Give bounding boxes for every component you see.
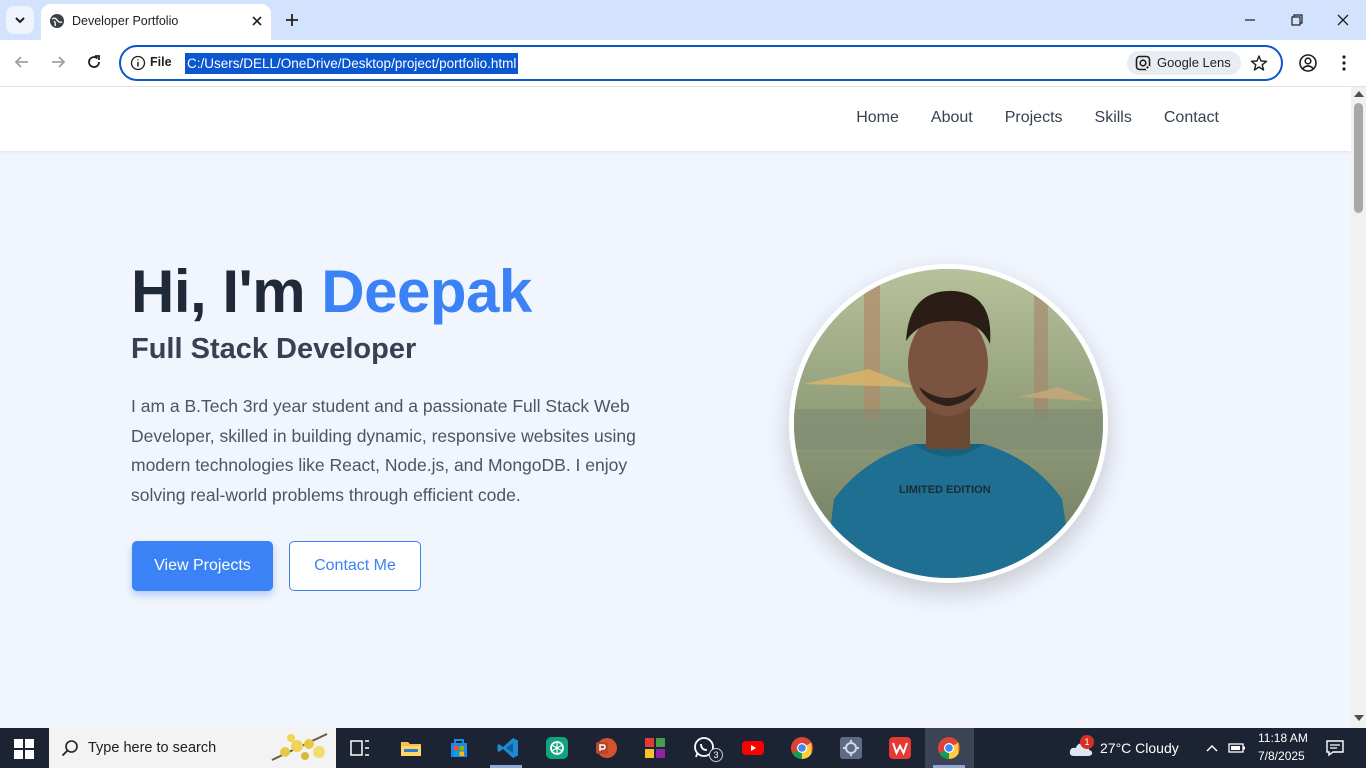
hero-description: I am a B.Tech 3rd year student and a pas… [131, 396, 636, 505]
browser-toolbar: File C:/Users/DELL/OneDrive/Desktop/proj… [0, 40, 1366, 87]
notification-center-icon[interactable] [1325, 739, 1345, 757]
google-lens-button[interactable]: Google Lens [1127, 51, 1241, 75]
info-icon[interactable] [130, 55, 146, 71]
site-nav-links: Home About Projects Skills Contact [856, 109, 1219, 127]
network-app-icon[interactable] [839, 736, 863, 760]
forward-arrow-icon[interactable] [48, 52, 68, 72]
profile-icon[interactable] [1298, 53, 1318, 73]
close-window-icon[interactable] [1334, 11, 1352, 29]
scroll-thumb[interactable] [1354, 103, 1363, 213]
contact-me-button[interactable]: Contact Me [289, 541, 421, 591]
taskbar-search-box[interactable]: Type here to search [49, 728, 336, 768]
chevron-up-icon[interactable] [1205, 742, 1219, 754]
search-highlight-blossom-icon [271, 733, 328, 761]
hero-heading: Hi, I'm Deepak [131, 257, 532, 327]
wps-office-icon[interactable] [888, 736, 912, 760]
search-icon [61, 740, 78, 757]
nav-link-home[interactable]: Home [856, 109, 899, 127]
view-projects-button[interactable]: View Projects [132, 541, 273, 591]
page-scrollbar[interactable] [1351, 87, 1366, 728]
powerpoint-icon[interactable] [594, 736, 618, 760]
more-menu-icon[interactable] [1336, 53, 1352, 73]
profile-photo-illustration [794, 269, 1103, 578]
nav-link-skills[interactable]: Skills [1095, 109, 1132, 127]
hero-role: Full Stack Developer [131, 333, 417, 365]
file-explorer-icon[interactable] [399, 736, 423, 760]
whatsapp-unread-badge: 3 [709, 748, 723, 762]
clock-date[interactable]: 7/8/2025 [1258, 749, 1305, 763]
restore-icon[interactable] [1288, 12, 1306, 28]
profile-photo: LIMITED EDITION [789, 264, 1108, 583]
nav-link-about[interactable]: About [931, 109, 973, 127]
site-navbar: Home About Projects Skills Contact [0, 87, 1351, 151]
nav-link-projects[interactable]: Projects [1005, 109, 1063, 127]
minimize-icon[interactable] [1241, 12, 1259, 28]
hero-name: Deepak [321, 258, 532, 325]
back-arrow-icon[interactable] [12, 52, 32, 72]
chrome-icon[interactable] [790, 736, 814, 760]
tab-title: Developer Portfolio [72, 14, 179, 28]
bookmark-star-icon[interactable] [1250, 54, 1268, 72]
windows-taskbar: Type here to search 3 1 27°C Cloudy 11:1… [0, 728, 1366, 768]
lens-icon [1135, 55, 1151, 71]
chevron-down-icon [15, 17, 25, 24]
site-info-chip-label[interactable]: File [150, 55, 172, 69]
chatgpt-icon[interactable] [545, 736, 569, 760]
tab-search-button[interactable] [6, 6, 34, 34]
url-text[interactable]: C:/Users/DELL/OneDrive/Desktop/project/p… [185, 53, 519, 74]
address-bar[interactable]: File C:/Users/DELL/OneDrive/Desktop/proj… [119, 45, 1283, 81]
close-tab-icon[interactable] [249, 13, 265, 29]
scroll-down-arrow-icon[interactable] [1354, 715, 1364, 721]
chrome-active-icon[interactable] [937, 736, 961, 760]
browser-tab-strip: Developer Portfolio [0, 0, 1366, 40]
hero-greeting: Hi, I'm [131, 258, 322, 325]
scroll-up-arrow-icon[interactable] [1354, 91, 1364, 97]
battery-icon[interactable] [1228, 742, 1246, 754]
weather-alert-badge: 1 [1080, 735, 1094, 749]
windows-start-icon[interactable] [14, 739, 34, 759]
globe-icon [50, 14, 64, 28]
nav-link-contact[interactable]: Contact [1164, 109, 1219, 127]
new-tab-icon[interactable] [282, 10, 302, 30]
youtube-icon[interactable] [741, 736, 765, 760]
browser-tab-active[interactable]: Developer Portfolio [41, 4, 271, 40]
colorful-app-icon[interactable] [643, 736, 667, 760]
reload-icon[interactable] [84, 52, 104, 72]
taskbar-search-placeholder: Type here to search [88, 740, 217, 756]
clock-time[interactable]: 11:18 AM [1258, 731, 1308, 745]
page-viewport: Home About Projects Skills Contact Hi, I… [0, 87, 1351, 728]
weather-text[interactable]: 27°C Cloudy [1100, 740, 1179, 756]
vscode-icon[interactable] [496, 736, 520, 760]
microsoft-store-icon[interactable] [447, 736, 471, 760]
google-lens-label: Google Lens [1157, 55, 1231, 70]
task-view-icon[interactable] [348, 736, 372, 760]
shirt-print-text: LIMITED EDITION [899, 484, 991, 496]
